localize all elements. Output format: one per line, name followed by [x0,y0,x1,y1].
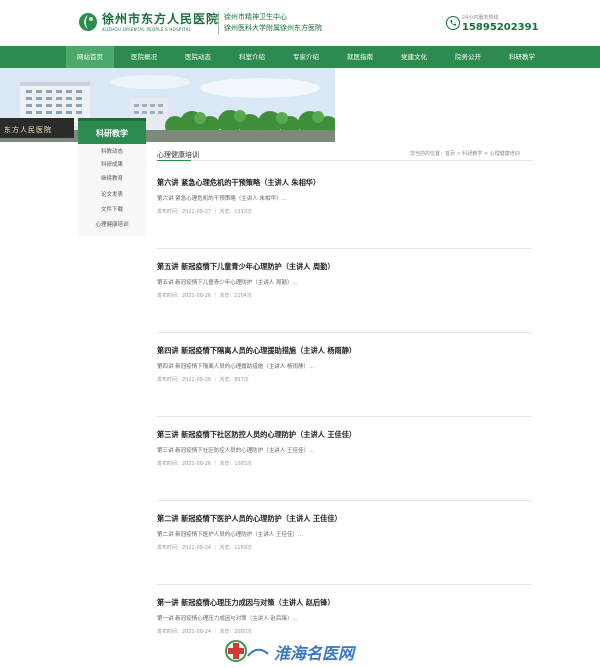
article-meta: 发布时间：2021-08-24 ｜ 浏览：1169次 [157,545,252,551]
nav-item-overview[interactable]: 医院概况 [120,46,168,68]
article-title[interactable]: 第六讲 紧急心理危机的干预策略（主讲人 朱相华） [157,178,320,188]
affiliation-1: 徐州市精神卫生中心 [224,13,287,21]
article-divider [157,584,532,585]
phone-icon [446,16,460,30]
hospital-name-en: XUZHOU ORIENTAL PEOPLE'S HOSPITAL [102,27,192,32]
article-title[interactable]: 第二讲 新冠疫情下医护人员的心理防护（主讲人 王佳佳） [157,514,342,524]
nav-item-departments[interactable]: 科室介绍 [228,46,276,68]
article-title[interactable]: 第一讲 新冠疫情心理压力成因与对策（主讲人 赵后锋） [157,598,335,608]
article-summary: 第五讲 新冠疫情下儿童青少年心理防护（主讲人 周勤）... [157,280,298,286]
article-meta: 发布时间：2021-08-26 ｜ 浏览：897次 [157,377,249,383]
article-summary: 第六讲 紧急心理危机的干预策略（主讲人 朱相华）... [157,196,287,202]
article-divider [157,416,532,417]
sidebar-item-research-news[interactable]: 科教动态 [78,146,146,159]
article-item[interactable]: 第四讲 新冠疫情下隔离人员的心理援助措施（主讲人 杨雨静） 第四讲 新冠疫情下隔… [157,346,532,417]
section-title-underline [157,160,191,161]
article-item[interactable]: 第二讲 新冠疫情下医护人员的心理防护（主讲人 王佳佳） 第二讲 新冠疫情下医护人… [157,514,532,585]
hospital-logo-icon[interactable] [78,12,98,32]
watermark-text: 淮海名医网 [274,644,355,663]
watermark-logo-icon [225,640,269,662]
nav-item-home[interactable]: 网站首页 [66,46,114,68]
article-summary: 第三讲 新冠疫情下社区防控人员的心理防护（主讲人 王佳佳）... [157,448,315,454]
nav-item-experts[interactable]: 专家介绍 [282,46,330,68]
nav-item-research[interactable]: 科研教学 [498,46,546,68]
article-item[interactable]: 第一讲 新冠疫情心理压力成因与对策（主讲人 赵后锋） 第一讲 新冠疫情心理压力成… [157,598,532,638]
article-item[interactable]: 第五讲 新冠疫情下儿童青少年心理防护（主讲人 周勤） 第五讲 新冠疫情下儿童青少… [157,262,532,333]
article-summary: 第一讲 新冠疫情心理压力成因与对策（主讲人 赵后锋）... [157,616,298,622]
article-divider [157,248,532,249]
breadcrumb: 您当前的位置：首页 > 科研教学 > 心理健康培训 [410,151,520,157]
sidebar-item-continuing-education[interactable]: 继续教育 [78,173,146,186]
article-title[interactable]: 第三讲 新冠疫情下社区防控人员的心理防护（主讲人 王佳佳） [157,430,356,440]
banner-sign-text: 东方人民医院 [4,126,52,134]
article-meta: 发布时间：2021-08-24 ｜ 浏览：2080次 [157,629,252,635]
nav-item-guide[interactable]: 就医指南 [336,46,384,68]
article-title[interactable]: 第五讲 新冠疫情下儿童青少年心理防护（主讲人 周勤） [157,262,335,272]
section-divider [191,160,532,161]
sidebar-item-research-results[interactable]: 科研成果 [78,159,146,172]
sidebar-item-mental-health-training[interactable]: 心理健康培训 [78,219,146,232]
nav-item-affairs[interactable]: 院务公开 [444,46,492,68]
hotline-label: 24小时服务热线 [462,15,499,21]
banner-image: 东方人民医院 [0,68,335,142]
sidebar-item-downloads[interactable]: 文件下载 [78,204,146,217]
site-header: 徐州市东方人民医院 XUZHOU ORIENTAL PEOPLE'S HOSPI… [0,0,600,44]
hotline-number: 15895202391 [462,22,539,33]
watermark: 淮海名医网 [222,638,382,664]
article-divider [157,332,532,333]
article-item[interactable]: 第六讲 紧急心理危机的干预策略（主讲人 朱相华） 第六讲 紧急心理危机的干预策略… [157,178,532,249]
nav-item-news[interactable]: 医院动态 [174,46,222,68]
sidebar: 科教动态 科研成果 继续教育 论文发表 文件下载 心理健康培训 [78,144,146,236]
sidebar-title: 科研教学 [78,118,146,144]
article-meta: 发布时间：2021-08-27 ｜ 浏览：1313次 [157,209,252,215]
article-item[interactable]: 第三讲 新冠疫情下社区防控人员的心理防护（主讲人 王佳佳） 第三讲 新冠疫情下社… [157,430,532,501]
article-meta: 发布时间：2021-08-26 ｜ 浏览：1083次 [157,461,252,467]
affiliation-2: 徐州医科大学附属徐州东方医院 [224,24,322,32]
section-title: 心理健康培训 [157,151,199,159]
hospital-name: 徐州市东方人民医院 [102,12,220,26]
article-meta: 发布时间：2021-08-26 ｜ 浏览：2104次 [157,293,252,299]
main-nav: 网站首页 医院概况 医院动态 科室介绍 专家介绍 就医指南 党建文化 院务公开 … [0,46,600,68]
article-summary: 第四讲 新冠疫情下隔离人员的心理援助措施（主讲人 杨雨静）... [157,364,315,370]
article-summary: 第二讲 新冠疫情下医护人员的心理防护（主讲人 王佳佳）... [157,532,304,538]
header-divider [218,12,219,34]
nav-item-party-culture[interactable]: 党建文化 [390,46,438,68]
article-divider [157,500,532,501]
article-title[interactable]: 第四讲 新冠疫情下隔离人员的心理援助措施（主讲人 杨雨静） [157,346,356,356]
banner-blank [335,68,600,142]
sidebar-item-publications[interactable]: 论文发表 [78,189,146,202]
